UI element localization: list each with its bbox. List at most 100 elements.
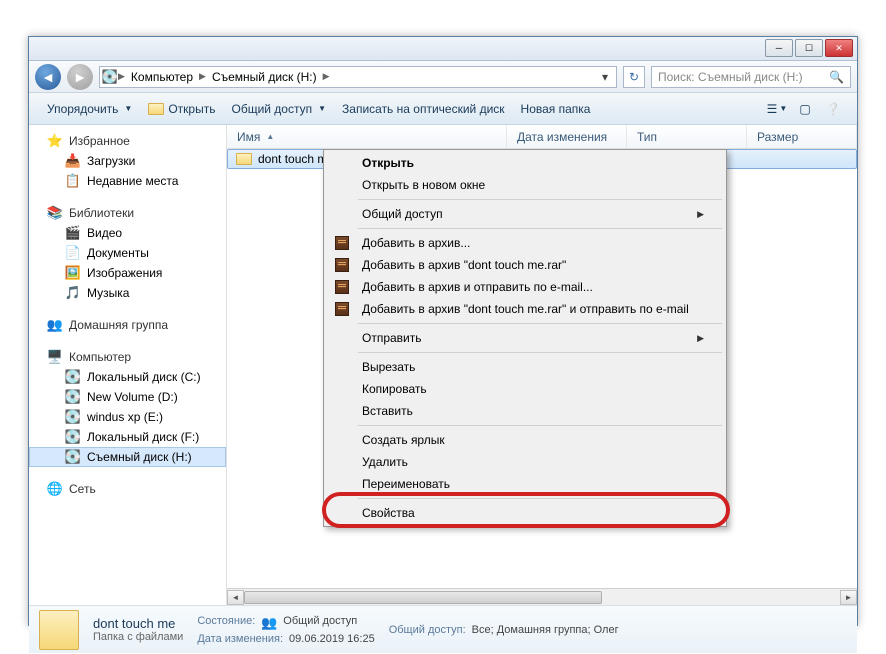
maximize-button[interactable]: ☐ [795, 39, 823, 57]
music-icon: 🎵 [65, 285, 81, 301]
ctx-send[interactable]: Отправить▶ [326, 327, 724, 349]
open-button[interactable]: Открыть [140, 99, 223, 119]
ctx-share[interactable]: Общий доступ▶ [326, 203, 724, 225]
ctx-paste[interactable]: Вставить [326, 400, 724, 422]
details-name: dont touch me [93, 616, 183, 631]
drive-icon: 💽 [65, 389, 81, 405]
downloads-icon: 📥 [65, 153, 81, 169]
horizontal-scrollbar[interactable]: ◄ ► [227, 588, 857, 605]
submenu-arrow-icon: ▶ [697, 209, 704, 220]
column-type[interactable]: Тип [627, 125, 747, 148]
details-share-value: Все; Домашняя группа; Олег [472, 624, 619, 636]
rar-icon [334, 235, 350, 251]
burn-button[interactable]: Записать на оптический диск [334, 99, 513, 119]
ctx-delete[interactable]: Удалить [326, 451, 724, 473]
sidebar-libraries[interactable]: 📚Библиотеки [29, 203, 226, 223]
details-type: Папка с файлами [93, 631, 183, 643]
ctx-open-new-window[interactable]: Открыть в новом окне [326, 174, 724, 196]
sidebar-drive-d[interactable]: 💽New Volume (D:) [29, 387, 226, 407]
ctx-cut[interactable]: Вырезать [326, 356, 724, 378]
details-modified-value: 09.06.2019 16:25 [289, 633, 375, 645]
preview-pane-button[interactable]: ▢ [791, 98, 819, 120]
ctx-add-archive[interactable]: Добавить в архив... [326, 232, 724, 254]
titlebar: ─ ☐ ✕ [29, 37, 857, 61]
scroll-right-button[interactable]: ► [840, 590, 857, 605]
ctx-add-rar-email[interactable]: Добавить в архив "dont touch me.rar" и о… [326, 298, 724, 320]
chevron-icon: ▶ [323, 71, 330, 82]
sidebar-recent[interactable]: 📋Недавние места [29, 171, 226, 191]
libraries-icon: 📚 [47, 205, 63, 221]
search-icon: 🔍 [829, 70, 844, 84]
column-size[interactable]: Размер [747, 125, 857, 148]
scroll-track[interactable] [244, 590, 840, 605]
column-name[interactable]: Имя▲ [227, 125, 507, 148]
breadcrumb-computer[interactable]: Компьютер [125, 70, 199, 84]
sidebar-computer[interactable]: 🖥️Компьютер [29, 347, 226, 367]
sidebar-downloads[interactable]: 📥Загрузки [29, 151, 226, 171]
search-input[interactable]: Поиск: Съемный диск (H:) 🔍 [651, 66, 851, 88]
help-button[interactable]: ❔ [819, 98, 847, 120]
minimize-button[interactable]: ─ [765, 39, 793, 57]
submenu-arrow-icon: ▶ [697, 333, 704, 344]
ctx-shortcut[interactable]: Создать ярлык [326, 429, 724, 451]
sidebar-drive-f[interactable]: 💽Локальный диск (F:) [29, 427, 226, 447]
documents-icon: 📄 [65, 245, 81, 261]
breadcrumb-dropdown[interactable]: ▾ [596, 70, 614, 84]
sidebar-network[interactable]: 🌐Сеть [29, 479, 226, 499]
ctx-open[interactable]: Открыть [326, 152, 724, 174]
ctx-add-rar[interactable]: Добавить в архив "dont touch me.rar" [326, 254, 724, 276]
breadcrumb[interactable]: 💽 ▶ Компьютер ▶ Съемный диск (H:) ▶ ▾ [99, 66, 617, 88]
sidebar-video[interactable]: 🎬Видео [29, 223, 226, 243]
close-button[interactable]: ✕ [825, 39, 853, 57]
drive-icon: 💽 [65, 409, 81, 425]
new-folder-button[interactable]: Новая папка [513, 99, 599, 119]
sidebar-drive-c[interactable]: 💽Локальный диск (C:) [29, 367, 226, 387]
file-list[interactable]: dont touch me 09.06.2019 16:25 Папка с ф… [227, 149, 857, 588]
organize-button[interactable]: Упорядочить▼ [39, 99, 140, 119]
ctx-rename[interactable]: Переименовать [326, 473, 724, 495]
details-state-value: Общий доступ [283, 615, 357, 631]
sidebar-pictures[interactable]: 🖼️Изображения [29, 263, 226, 283]
sidebar-music[interactable]: 🎵Музыка [29, 283, 226, 303]
breadcrumb-drive[interactable]: Съемный диск (H:) [206, 70, 323, 84]
sidebar-favorites[interactable]: ⭐Избранное [29, 131, 226, 151]
sidebar: ⭐Избранное 📥Загрузки 📋Недавние места 📚Би… [29, 125, 227, 605]
main-area: ⭐Избранное 📥Загрузки 📋Недавние места 📚Би… [29, 125, 857, 605]
share-button[interactable]: Общий доступ▼ [223, 99, 334, 119]
scroll-thumb[interactable] [244, 591, 602, 604]
view-button[interactable]: ☰▼ [763, 98, 791, 120]
ctx-copy[interactable]: Копировать [326, 378, 724, 400]
rar-icon [334, 301, 350, 317]
scroll-left-button[interactable]: ◄ [227, 590, 244, 605]
ctx-properties[interactable]: Свойства [326, 502, 724, 524]
drive-icon: 💽 [102, 69, 118, 85]
folder-large-icon [39, 610, 79, 650]
share-icon: 👥 [261, 615, 277, 631]
network-icon: 🌐 [47, 481, 63, 497]
sidebar-documents[interactable]: 📄Документы [29, 243, 226, 263]
recent-icon: 📋 [65, 173, 81, 189]
details-modified-label: Дата изменения: [197, 633, 283, 645]
navigation-bar: ◄ ► 💽 ▶ Компьютер ▶ Съемный диск (H:) ▶ … [29, 61, 857, 93]
refresh-button[interactable]: ↻ [623, 66, 645, 88]
back-button[interactable]: ◄ [35, 64, 61, 90]
homegroup-icon: 👥 [47, 317, 63, 333]
column-date[interactable]: Дата изменения [507, 125, 627, 148]
sidebar-drive-h[interactable]: 💽Съемный диск (H:) [29, 447, 226, 467]
toolbar: Упорядочить▼ Открыть Общий доступ▼ Запис… [29, 93, 857, 125]
rar-icon [334, 279, 350, 295]
sidebar-homegroup[interactable]: 👥Домашняя группа [29, 315, 226, 335]
explorer-window: ─ ☐ ✕ ◄ ► 💽 ▶ Компьютер ▶ Съемный диск (… [28, 36, 858, 626]
forward-button[interactable]: ► [67, 64, 93, 90]
context-menu: Открыть Открыть в новом окне Общий досту… [323, 149, 727, 527]
video-icon: 🎬 [65, 225, 81, 241]
ctx-add-email[interactable]: Добавить в архив и отправить по e-mail..… [326, 276, 724, 298]
pictures-icon: 🖼️ [65, 265, 81, 281]
computer-icon: 🖥️ [47, 349, 63, 365]
window-controls: ─ ☐ ✕ [765, 39, 853, 57]
drive-icon: 💽 [65, 369, 81, 385]
sort-indicator-icon: ▲ [266, 132, 274, 141]
column-headers: Имя▲ Дата изменения Тип Размер [227, 125, 857, 149]
folder-icon [148, 103, 164, 115]
sidebar-drive-e[interactable]: 💽windus xp (E:) [29, 407, 226, 427]
